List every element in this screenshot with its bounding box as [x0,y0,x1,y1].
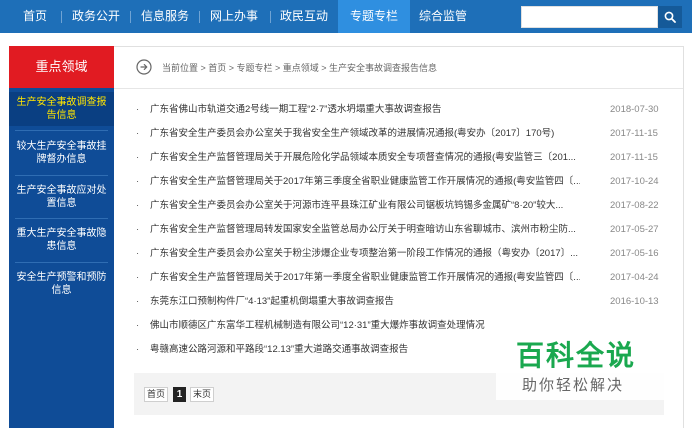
sidebar-item-accident-reports[interactable]: 生产安全事故调查报告信息 [9,92,114,126]
bullet-icon: · [136,152,140,163]
nav-item-online-service[interactable]: 网上办事 [204,0,264,33]
nav-item-gov-affairs[interactable]: 政务公开 [66,0,126,33]
news-row[interactable]: · 东莞东江口预制构件厂“4·13”起重机倒塌重大事故调查报告 2016-10-… [136,290,666,314]
bullet-icon: · [136,104,140,115]
first-page-button[interactable]: 首页 [144,387,169,402]
news-row[interactable]: · 广东省安全生产委员会办公室关于粉尘涉爆企业专项整治第一阶段工作情况的通报（粤… [136,242,666,266]
top-navigation-bar: 首页 政务公开 信息服务 网上办事 政民互动 专题专栏 综合监管 [0,0,692,33]
news-date: 2017-05-27 [610,224,659,235]
news-title[interactable]: 广东省安全生产委员会办公室关于粉尘涉爆企业专项整治第一阶段工作情况的通报（粤安办… [150,242,580,266]
news-date: 2017-04-24 [610,272,659,283]
news-date: 2017-05-16 [610,248,659,259]
sidebar-divider [15,218,108,219]
arrow-circle-icon [136,59,152,75]
news-title[interactable]: 广东省安全生产委员会办公室关于河源市连平县珠江矿业有限公司锯板坑钨锡多金属矿“8… [150,194,580,218]
search-icon [664,11,676,23]
watermark-title: 百科全说 [516,339,637,372]
nav-separator [61,11,62,23]
news-row[interactable]: · 广东省安全生产监督管理局关于开展危险化学品领域本质安全专项督查情况的通报(粤… [136,146,666,170]
last-page-button[interactable]: 末页 [190,387,215,402]
bullet-icon: · [136,128,140,139]
news-title[interactable]: 东莞东江口预制构件厂“4·13”起重机倒塌重大事故调查报告 [150,290,580,314]
sidebar-item-supervision[interactable]: 较大生产安全事故挂牌督办信息 [9,136,114,170]
watermark-subtitle: 助你轻松解决 [522,376,625,394]
bullet-icon: · [136,176,140,187]
nav-item-interaction[interactable]: 政民互动 [274,0,334,33]
sidebar-divider [15,130,108,131]
search-button[interactable] [658,6,682,28]
current-page-button[interactable]: 1 [173,387,186,402]
sidebar-divider [15,175,108,176]
bullet-icon: · [136,248,140,259]
nav-separator [270,11,271,23]
sidebar-item-response[interactable]: 生产安全事故应对处置信息 [9,180,114,214]
news-row[interactable]: · 广东省安全生产委员会办公室关于河源市连平县珠江矿业有限公司锯板坑钨锡多金属矿… [136,194,666,218]
bullet-icon: · [136,200,140,211]
watermark: 百科全说 助你轻松解决 [496,330,666,400]
sidebar-item-hazards[interactable]: 重大生产安全事故隐患信息 [9,223,114,257]
news-row[interactable]: · 广东省安全生产监督管理局关于2017年第三季度全省职业健康监管工作开展情况的… [136,170,666,194]
sidebar-heading: 重点领域 [9,46,114,88]
bullet-icon: · [136,320,140,331]
bullet-icon: · [136,224,140,235]
news-title[interactable]: 广东省佛山市轨道交通2号线一期工程“2·7”透水坍塌重大事故调查报告 [150,98,580,122]
breadcrumb-text: 当前位置 > 首页 > 专题专栏 > 重点领域 > 生产安全事故调查报告信息 [162,63,438,73]
bullet-icon: · [136,344,140,355]
nav-separator [130,11,131,23]
nav-item-home[interactable]: 首页 [10,0,60,33]
news-title[interactable]: 广东省安全生产监督管理局关于2017年第一季度全省职业健康监管工作开展情况的通报… [150,266,580,290]
breadcrumb: 当前位置 > 首页 > 专题专栏 > 重点领域 > 生产安全事故调查报告信息 [114,47,683,89]
news-row[interactable]: · 广东省佛山市轨道交通2号线一期工程“2·7”透水坍塌重大事故调查报告 201… [136,98,666,122]
sidebar: 重点领域 生产安全事故调查报告信息 较大生产安全事故挂牌督办信息 生产安全事故应… [9,46,114,428]
sidebar-item-warning[interactable]: 安全生产预警和预防信息 [9,267,114,301]
news-title[interactable]: 广东省安全生产监督管理局关于2017年第三季度全省职业健康监管工作开展情况的通报… [150,170,580,194]
news-date: 2016-10-13 [610,296,659,307]
news-date: 2018-07-30 [610,104,659,115]
bullet-icon: · [136,272,140,283]
nav-separator [199,11,200,23]
news-row[interactable]: · 广东省安全生产监督管理局关于2017年第一季度全省职业健康监管工作开展情况的… [136,266,666,290]
news-date: 2017-08-22 [610,200,659,211]
news-title[interactable]: 广东省安全生产委员会办公室关于我省安全生产领域改革的进展情况通报(粤安办〔201… [150,122,580,146]
sidebar-divider [15,262,108,263]
news-title[interactable]: 广东省安全生产监督管理局关于开展危险化学品领域本质安全专项督查情况的通报(粤安监… [150,146,580,170]
news-date: 2017-11-15 [610,128,658,139]
news-title[interactable]: 广东省安全生产监督管理局转发国家安全监管总局办公厅关于明查暗访山东省聊城市、滨州… [150,218,580,242]
search-input[interactable] [521,6,658,28]
news-row[interactable]: · 广东省安全生产监督管理局转发国家安全监管总局办公厅关于明查暗访山东省聊城市、… [136,218,666,242]
news-date: 2017-11-15 [610,152,658,163]
nav-item-info-service[interactable]: 信息服务 [136,0,194,33]
news-date: 2017-10-24 [610,176,659,187]
nav-item-regulation[interactable]: 综合监管 [410,0,476,33]
bullet-icon: · [136,296,140,307]
news-row[interactable]: · 广东省安全生产委员会办公室关于我省安全生产领域改革的进展情况通报(粤安办〔2… [136,122,666,146]
nav-item-special-topics[interactable]: 专题专栏 [338,0,410,33]
